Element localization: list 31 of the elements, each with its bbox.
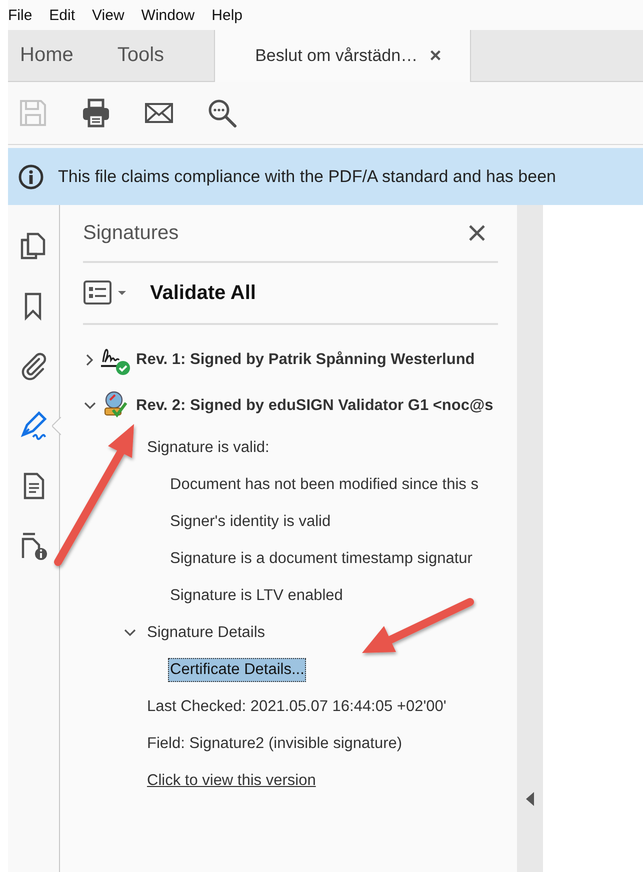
signature-pen-icon[interactable] [18,411,48,441]
detail-text: Signature is LTV enabled [170,586,343,604]
close-icon[interactable] [468,224,486,242]
menu-item[interactable]: Edit [49,6,84,24]
print-icon[interactable] [81,98,111,128]
status-heading: Signature is valid: [147,438,270,456]
close-button[interactable]: × [430,44,442,68]
info-icon [18,164,44,190]
panel-title: Signatures [83,222,179,244]
options-menu-icon[interactable] [83,280,127,306]
tab[interactable]: Beslut om vårstädn… × [214,30,472,82]
certificate-details-button[interactable]: Certificate Details... [168,658,306,682]
signature-entry[interactable]: Rev. 2: Signed by eduSIGN Validator G1 <noc@s [136,397,494,415]
tree-item[interactable]: Signature Details [147,624,266,642]
validate-all-button[interactable]: Validate All [150,282,256,304]
collapse-icon[interactable] [526,792,534,806]
info-message: This file claims compliance with the PDF/A standard and has been [58,166,556,186]
view-version-link[interactable]: Click to view this version [147,772,316,790]
tab[interactable]: Home [8,30,86,81]
tab[interactable]: Tools [85,30,214,81]
menu-item[interactable]: View [92,6,134,24]
detail-text: Signer's identity is valid [170,512,331,530]
detail-text: Last Checked: 2021.05.07 16:44:05 +02'00' [147,698,446,716]
detail-text: Document has not been modified since this s [170,476,478,494]
signature-entry[interactable]: Rev. 1: Signed by Patrik Spånning Westerlund [136,351,475,369]
detail-text: Signature is a document timestamp signatur [170,550,472,568]
search-icon[interactable] [207,98,237,128]
menu-item[interactable]: Help [212,6,252,24]
detail-text: Field: Signature2 (invisible signature) [147,734,402,752]
menu-item[interactable]: Window [141,6,204,24]
menu-item[interactable]: File [8,6,42,24]
